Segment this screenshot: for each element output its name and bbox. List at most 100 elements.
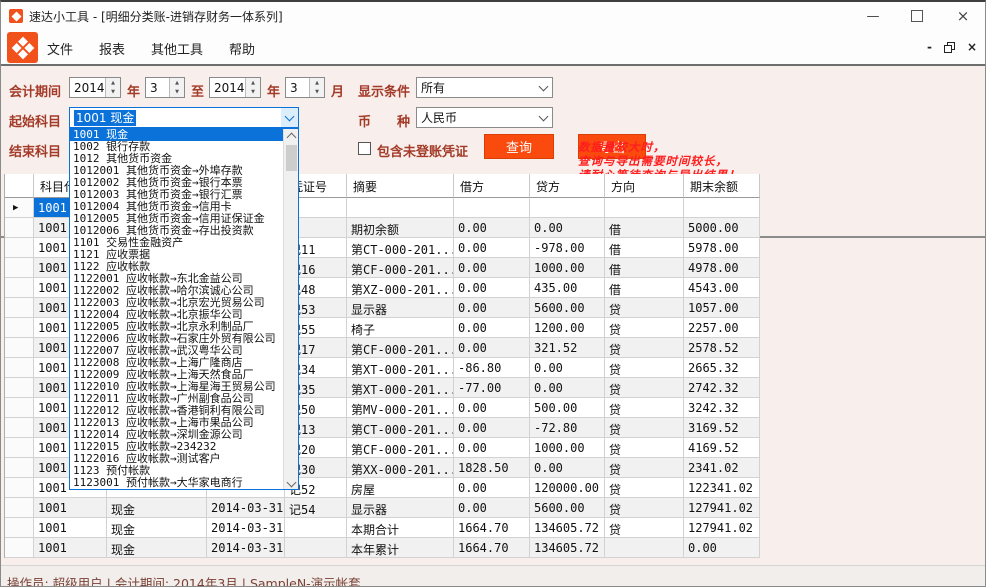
table-cell[interactable]: 房屋 [347,478,454,498]
currency-select[interactable]: 人民币 [416,107,553,128]
menu-item-3[interactable]: 帮助 [229,39,255,58]
row-selector-cell[interactable]: ▶ [5,198,34,218]
table-cell[interactable]: 现金 [107,538,207,558]
spin-down-button[interactable]: ▼ [170,88,184,98]
year-from-spinner[interactable]: 2014 ▲ ▼ [69,77,121,98]
table-cell[interactable]: 贷 [605,438,684,458]
table-cell[interactable] [454,198,530,218]
table-cell[interactable]: 435.00 [530,278,605,298]
table-cell[interactable]: 0.00 [684,538,760,558]
chevron-down-icon[interactable] [535,108,552,127]
table-cell[interactable]: 第CF-000-201... [347,338,454,358]
table-cell[interactable]: 借 [605,278,684,298]
scrollbar-thumb[interactable] [286,145,297,171]
table-cell[interactable]: 120000.00 [530,478,605,498]
table-cell[interactable]: 贷 [605,518,684,538]
row-selector-cell[interactable] [5,258,34,278]
table-cell[interactable]: 321.52 [530,338,605,358]
year-to-spinner[interactable]: 2014 ▲ ▼ [209,77,261,98]
table-cell[interactable]: 借 [605,218,684,238]
table-cell[interactable]: 现金 [107,498,207,518]
table-cell[interactable]: 本期合计 [347,518,454,538]
chevron-down-icon[interactable] [281,108,298,127]
table-cell[interactable]: 2742.32 [684,378,760,398]
table-cell[interactable]: 500.00 [530,398,605,418]
query-button[interactable]: 查询 [484,134,554,159]
row-selector-cell[interactable] [5,418,34,438]
table-header-cell[interactable]: 期末余额 [684,174,760,198]
spin-up-button[interactable]: ▲ [246,78,260,88]
row-selector-cell[interactable] [5,238,34,258]
row-selector-cell[interactable] [5,458,34,478]
table-cell[interactable]: 0.00 [530,378,605,398]
table-cell[interactable]: 贷 [605,318,684,338]
table-cell[interactable]: 0.00 [454,398,530,418]
include-unposted-checkbox[interactable] [358,142,371,155]
table-cell[interactable]: -72.80 [530,418,605,438]
table-header-cell[interactable]: 方向 [605,174,684,198]
row-selector-cell[interactable] [5,538,34,558]
table-cell[interactable]: 借 [605,238,684,258]
row-selector-cell[interactable] [5,278,34,298]
table-cell[interactable]: 0.00 [454,438,530,458]
dropdown-item[interactable]: 1123001 预付帐款→大华家电商行 [70,477,283,489]
table-cell[interactable]: 3169.52 [684,418,760,438]
table-cell[interactable]: 2578.52 [684,338,760,358]
table-cell[interactable]: 借 [605,258,684,278]
table-cell[interactable]: 0.00 [454,338,530,358]
display-condition-select[interactable]: 所有 [416,77,553,98]
table-cell[interactable]: 1000.00 [530,258,605,278]
table-cell[interactable]: 5978.00 [684,238,760,258]
scroll-up-icon[interactable] [284,129,298,143]
table-cell[interactable]: 127941.02 [684,498,760,518]
start-account-select[interactable]: 1001 现金 [69,107,299,128]
table-cell[interactable]: 期初余额 [347,218,454,238]
scroll-down-icon[interactable] [284,475,298,489]
table-cell[interactable]: -86.80 [454,358,530,378]
table-cell[interactable] [684,198,760,218]
table-cell[interactable]: 贷 [605,478,684,498]
table-cell[interactable]: 1057.00 [684,298,760,318]
table-header-cell[interactable]: 借方 [454,174,530,198]
table-cell[interactable]: 2014-03-31 [207,518,285,538]
table-cell[interactable]: 1001 [34,538,107,558]
table-cell[interactable]: 1000.00 [530,438,605,458]
row-selector-cell[interactable] [5,398,34,418]
month-from-spinner[interactable]: 3 ▲ ▼ [145,77,185,98]
mdi-close-button[interactable]: × [967,41,977,53]
table-header-cell[interactable]: 摘要 [347,174,454,198]
table-cell[interactable] [530,198,605,218]
table-cell[interactable]: 贷 [605,458,684,478]
spin-up-button[interactable]: ▲ [310,78,324,88]
table-cell[interactable]: 4978.00 [684,258,760,278]
table-cell[interactable]: 122341.02 [684,478,760,498]
menu-item-2[interactable]: 其他工具 [151,39,203,58]
table-cell[interactable]: 显示器 [347,498,454,518]
spin-up-button[interactable]: ▲ [170,78,184,88]
table-cell[interactable]: 显示器 [347,298,454,318]
spin-down-button[interactable]: ▼ [246,88,260,98]
row-selector-cell[interactable] [5,478,34,498]
table-header-cell[interactable] [5,174,34,198]
table-cell[interactable]: 0.00 [454,218,530,238]
table-cell[interactable]: 2341.02 [684,458,760,478]
table-cell[interactable]: 0.00 [530,218,605,238]
table-cell[interactable]: 贷 [605,338,684,358]
table-cell[interactable]: 0.00 [454,478,530,498]
table-cell[interactable]: 第CT-000-201... [347,238,454,258]
table-cell[interactable]: 第XX-000-201... [347,458,454,478]
table-cell[interactable]: 134605.72 [530,518,605,538]
table-cell[interactable]: 第CF-000-201... [347,258,454,278]
table-cell[interactable]: 贷 [605,358,684,378]
row-selector-cell[interactable] [5,378,34,398]
row-selector-cell[interactable] [5,358,34,378]
table-cell[interactable] [347,198,454,218]
table-cell[interactable]: 第MV-000-201... [347,398,454,418]
table-cell[interactable]: 5000.00 [684,218,760,238]
table-cell[interactable]: 2014-03-31 [207,498,285,518]
row-selector-cell[interactable] [5,498,34,518]
table-cell[interactable]: 2257.00 [684,318,760,338]
table-cell[interactable]: 0.00 [454,298,530,318]
table-cell[interactable]: -77.00 [454,378,530,398]
dropdown-scrollbar[interactable] [283,129,298,489]
